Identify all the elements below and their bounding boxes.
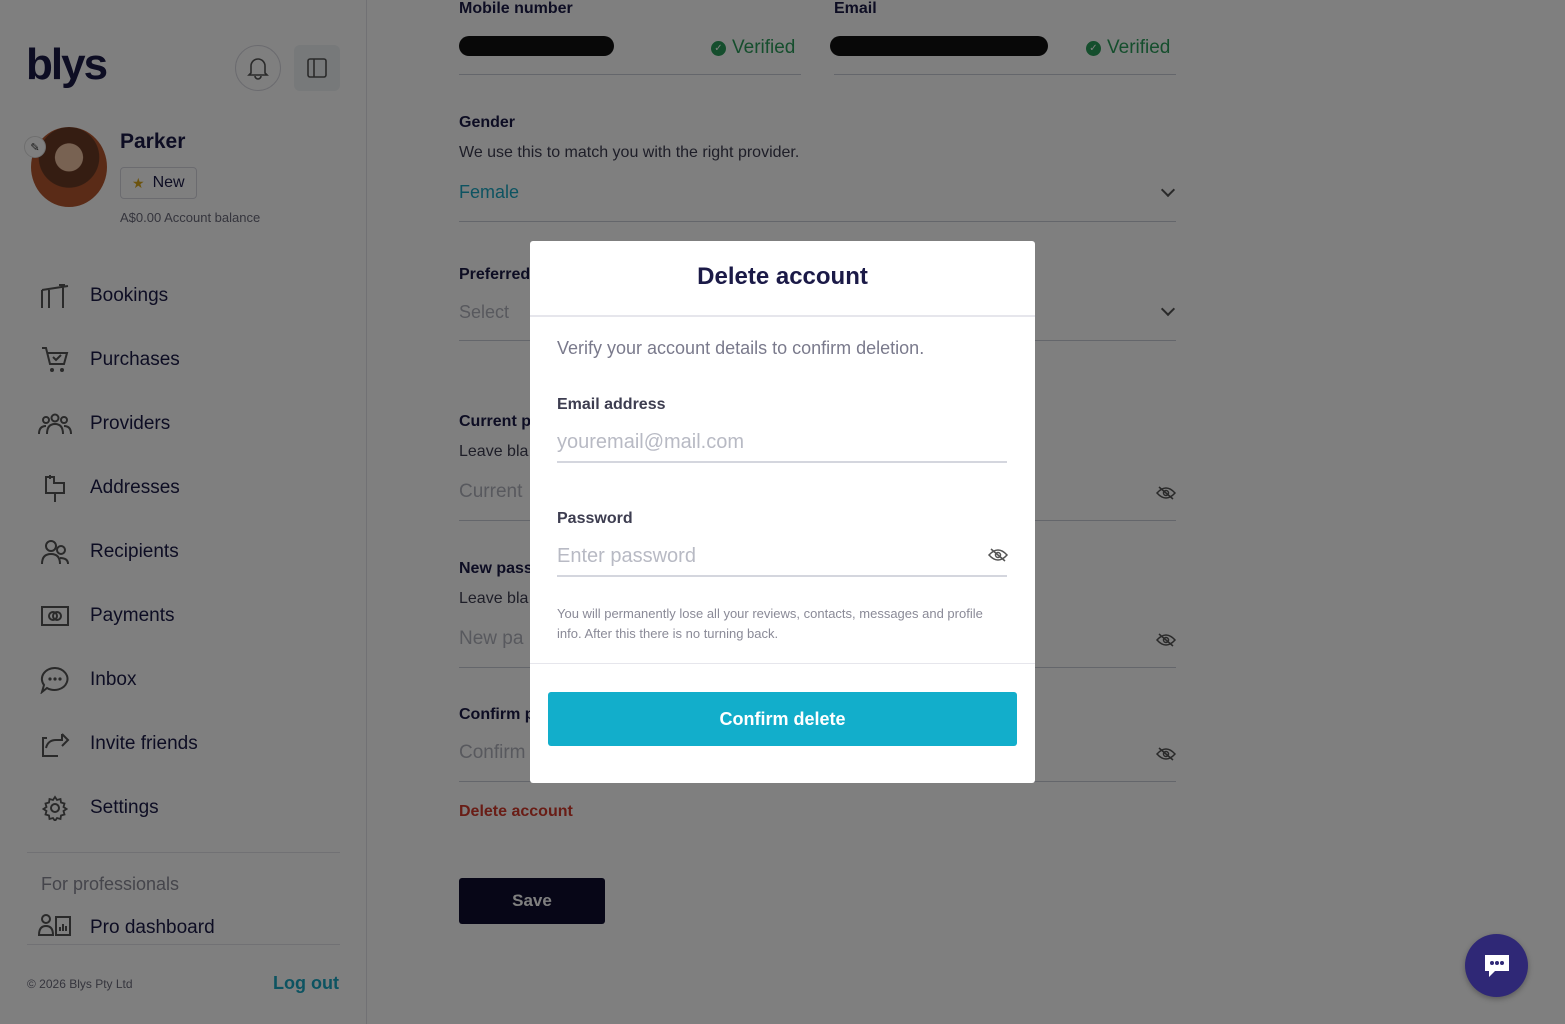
password-input[interactable]	[557, 537, 1007, 577]
email-address-label: Email address	[557, 396, 666, 413]
chat-widget-button[interactable]	[1465, 934, 1528, 997]
email-address-input[interactable]	[557, 423, 1007, 463]
deletion-warning: You will permanently lose all your revie…	[557, 606, 983, 641]
delete-account-modal: Delete account Verify your account detai…	[530, 241, 1035, 783]
eye-off-icon[interactable]	[988, 548, 1008, 562]
password-label: Password	[557, 510, 633, 527]
modal-description: Verify your account details to confirm d…	[557, 338, 925, 358]
modal-divider	[530, 663, 1035, 664]
chat-icon	[1484, 954, 1509, 977]
confirm-delete-button[interactable]: Confirm delete	[548, 692, 1017, 746]
modal-title: Delete account	[697, 263, 868, 290]
modal-divider	[530, 315, 1035, 317]
